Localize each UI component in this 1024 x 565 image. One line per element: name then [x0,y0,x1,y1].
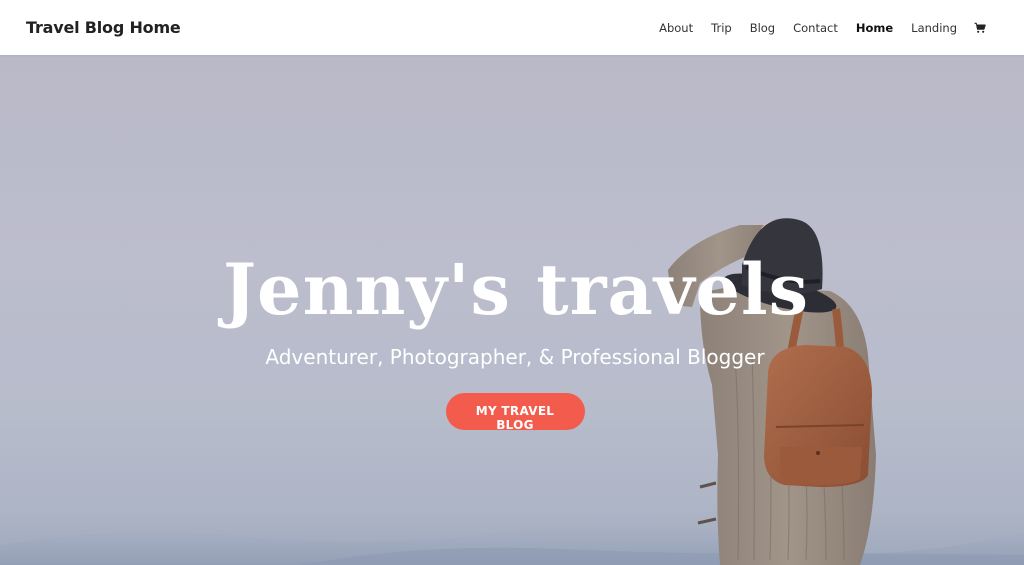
site-title[interactable]: Travel Blog Home [26,18,181,37]
nav-item-trip[interactable]: Trip [711,21,732,35]
nav-item-blog[interactable]: Blog [750,21,775,35]
my-travel-blog-button[interactable]: MY TRAVEL BLOG [445,393,585,432]
nav-item-home[interactable]: Home [856,21,893,35]
hero-title: Jenny's travels [222,248,810,331]
nav-item-about[interactable]: About [659,21,693,35]
shopping-cart-icon[interactable] [974,22,986,34]
hero-section: Jenny's travels Adventurer, Photographer… [0,55,1024,565]
hero-content: Jenny's travels Adventurer, Photographer… [0,255,1024,433]
main-nav: About Trip Blog Contact Home Landing [641,21,986,35]
hero-subtitle: Adventurer, Photographer, & Professional… [265,345,765,369]
site-header: Travel Blog Home About Trip Blog Contact… [0,0,1024,55]
nav-item-landing[interactable]: Landing [911,21,957,35]
nav-item-contact[interactable]: Contact [793,21,838,35]
